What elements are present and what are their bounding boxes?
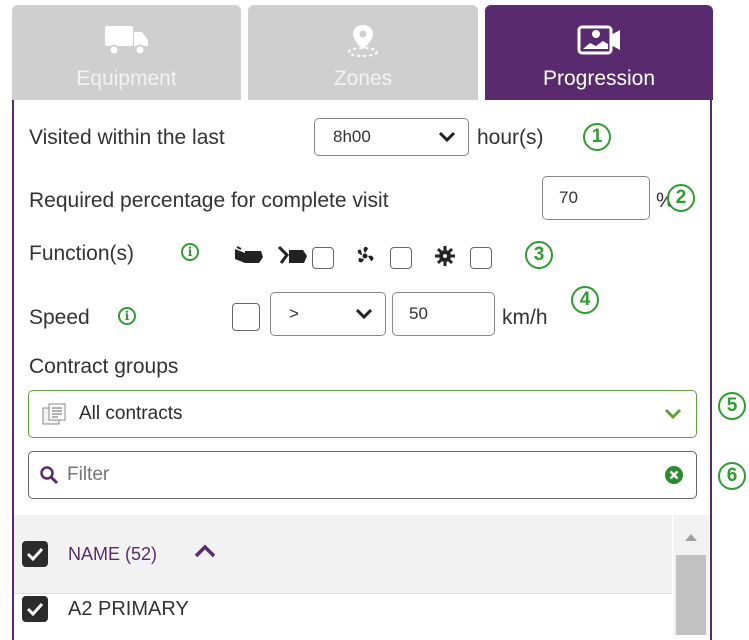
row-name: A2 PRIMARY [68,598,189,620]
tab-label: Equipment [76,67,177,90]
speed-label: Speed [29,306,90,329]
gear-icon [433,245,457,272]
select-all-checkbox[interactable] [22,541,48,567]
speed-operator-value: > [289,304,299,323]
filter-input[interactable] [65,463,664,487]
search-icon [39,465,59,485]
visited-label: Visited within the last [29,126,225,149]
chevron-down-icon [353,308,375,320]
map-camera-icon [576,23,622,57]
name-column-header[interactable]: NAME (52) [68,544,157,565]
marker-6: 6 [718,462,746,490]
contracts-icon [41,402,71,426]
function-checkbox-1[interactable] [312,247,334,269]
scroll-up-arrow-icon[interactable] [684,529,698,547]
tab-label: Progression [542,67,656,90]
visited-duration-value: 8h00 [333,127,371,146]
visited-unit: hour(s) [477,126,544,149]
contract-groups-label: Contract groups [29,355,179,378]
row-checkbox[interactable] [22,596,48,622]
map-pin-icon [343,23,383,57]
marker-2: 2 [667,184,695,212]
functions-label: Function(s) [29,242,135,265]
info-icon[interactable]: i [118,307,136,325]
function-checkbox-2[interactable] [390,247,412,269]
function-checkbox-3[interactable] [470,247,492,269]
contract-groups-value: All contracts [79,403,183,424]
percentage-input[interactable]: 70 [542,176,650,220]
percentage-label: Required percentage for complete visit [29,189,389,212]
sort-ascending-icon[interactable] [194,543,216,564]
speed-operator-select[interactable]: > [270,292,386,336]
marker-5: 5 [718,392,746,420]
contract-groups-select[interactable]: All contracts [28,390,697,438]
info-icon[interactable]: i [181,243,199,261]
chevron-down-icon [436,131,458,143]
clear-icon[interactable] [664,465,684,485]
visited-duration-select[interactable]: 8h00 [314,118,469,156]
marker-1: 1 [583,123,611,151]
marker-3: 3 [525,241,553,269]
sweeper-function-icon [277,245,311,272]
tab-progression[interactable]: Progression [485,5,713,100]
tab-zones[interactable]: Zones [248,5,478,100]
table-header: NAME (52) [14,515,672,594]
speed-value-input[interactable]: 50 [392,292,495,336]
speed-checkbox[interactable] [232,303,260,331]
truck-icon [103,23,151,57]
marker-4: 4 [571,286,599,314]
tab-label: Zones [333,67,393,90]
filter-field[interactable] [28,451,697,499]
table-row[interactable]: A2 PRIMARY [14,594,672,634]
scrollbar-thumb[interactable] [676,555,706,635]
speed-unit: km/h [502,306,548,329]
tab-equipment[interactable]: Equipment [12,5,241,100]
fan-icon [353,245,377,272]
sweeper-brush-icon [233,245,265,272]
chevron-down-icon [664,408,682,420]
